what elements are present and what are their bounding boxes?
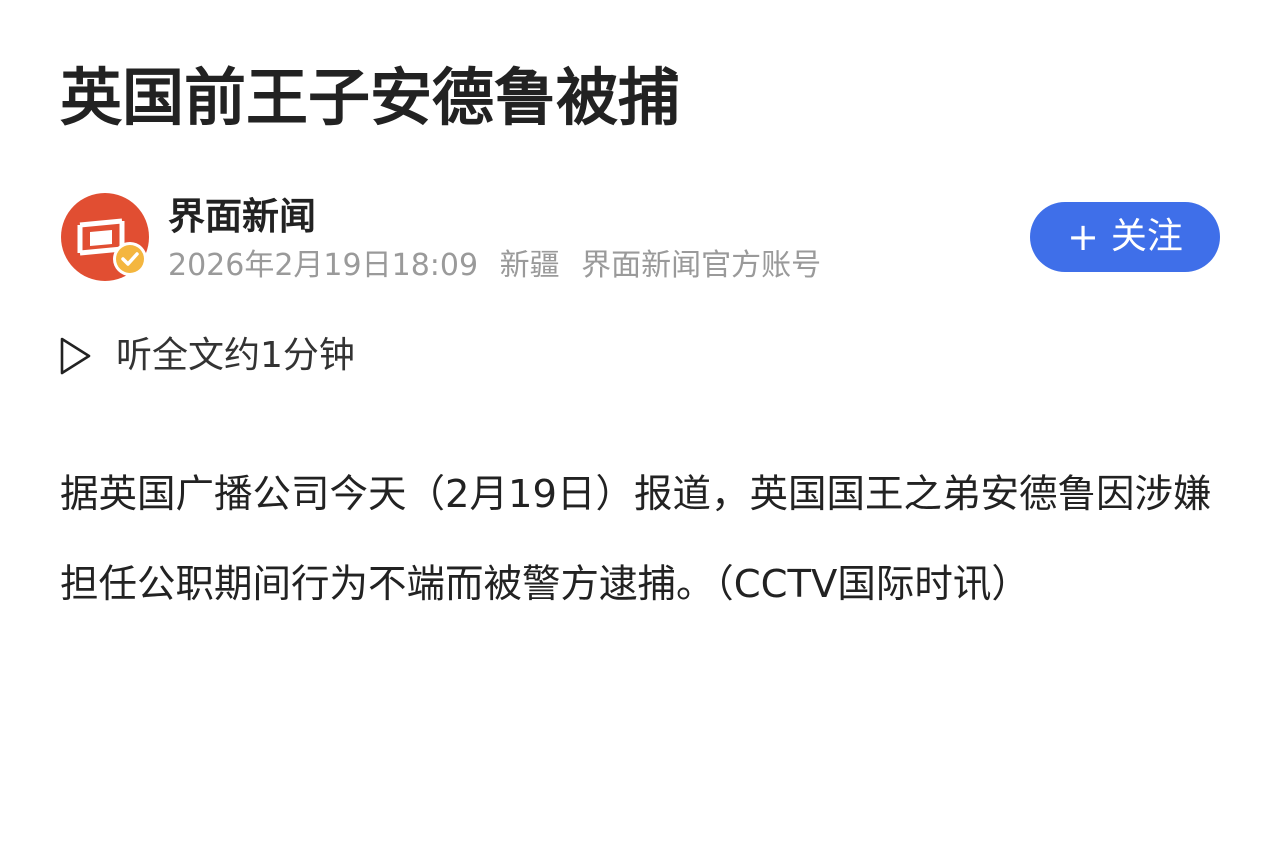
article-page: 英国前王子安德鲁被捕 界面新闻 2026年2月19日18:09 新疆 界面新闻官… <box>0 0 1280 858</box>
article-title: 英国前王子安德鲁被捕 <box>60 61 681 134</box>
play-icon <box>60 337 91 375</box>
article-meta: 2026年2月19日18:09 新疆 界面新闻官方账号 <box>168 245 821 287</box>
listen-label: 听全文约1分钟 <box>116 335 355 376</box>
author-avatar[interactable] <box>60 192 150 282</box>
plus-icon: + <box>1067 215 1099 259</box>
author-name[interactable]: 界面新闻 <box>168 192 316 242</box>
article-body: 据英国广播公司今天（2月19日）报道，英国国王之弟安德鲁因涉嫌担任公职期间行为不… <box>60 472 1212 607</box>
verified-check-icon <box>113 242 147 276</box>
follow-button[interactable]: + 关注 <box>1030 202 1220 272</box>
follow-label: 关注 <box>1110 216 1183 257</box>
listen-full-article-button[interactable]: 听全文约1分钟 <box>58 328 355 384</box>
publish-location: 新疆 <box>499 248 560 283</box>
jiemian-logo-icon <box>61 193 149 281</box>
account-type: 界面新闻官方账号 <box>581 248 822 283</box>
publish-datetime: 2026年2月19日18:09 <box>168 248 479 283</box>
